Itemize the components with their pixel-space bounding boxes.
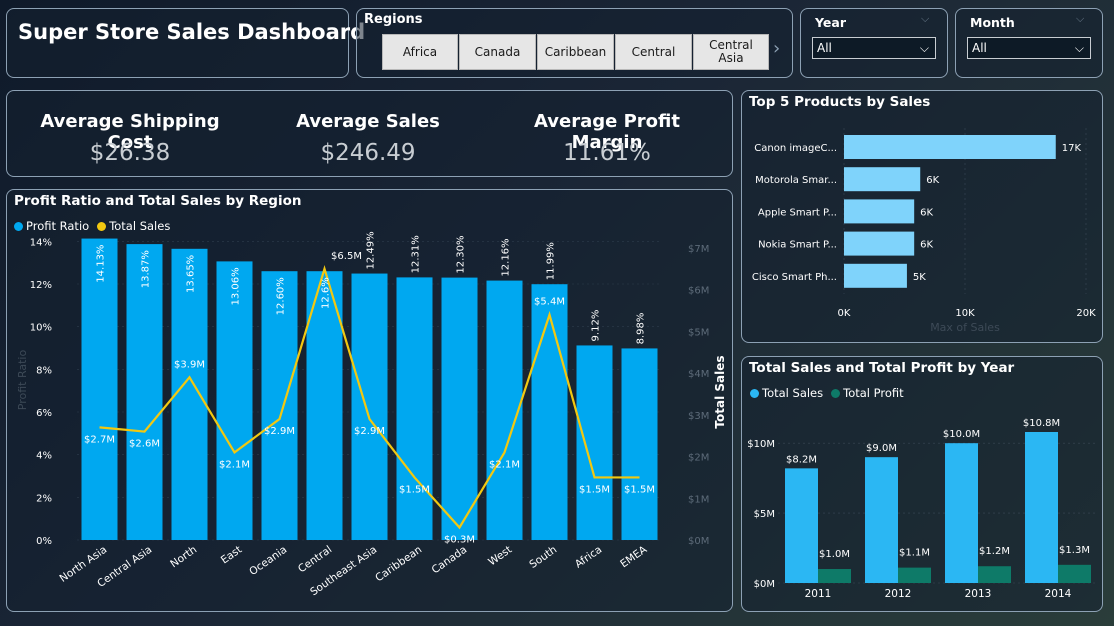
month-filter-label: Month bbox=[970, 15, 1015, 30]
year-filter-label: Year bbox=[815, 15, 846, 30]
top-products-title: Top 5 Products by Sales bbox=[749, 94, 931, 110]
legend-item-total-sales: Total Sales bbox=[97, 219, 170, 233]
month-dropdown-value: All bbox=[972, 41, 987, 55]
chevron-right-icon[interactable]: › bbox=[773, 38, 780, 59]
legend-label: Total Sales bbox=[762, 386, 824, 400]
region-tile-central[interactable]: Central bbox=[615, 34, 692, 70]
legend-dot-icon bbox=[97, 222, 107, 231]
year-dropdown-value: All bbox=[817, 41, 832, 55]
dropdown-chevron-icon: ⌵ bbox=[919, 41, 929, 55]
region-tile-caribbean[interactable]: Caribbean bbox=[537, 34, 614, 70]
kpi-average-sales-label: Average Sales bbox=[296, 111, 440, 132]
legend-dot-icon bbox=[750, 389, 759, 398]
chevron-down-icon[interactable]: ⌵ bbox=[921, 12, 929, 26]
sales-by-year-title: Total Sales and Total Profit by Year bbox=[749, 360, 1015, 376]
kpi-profit-margin-value: 11.61% bbox=[563, 140, 651, 166]
legend-item-profit-ratio: Profit Ratio bbox=[14, 219, 89, 233]
profit-ratio-chart-legend: Profit Ratio Total Sales bbox=[14, 219, 170, 233]
kpi-shipping-cost-value: $26.38 bbox=[89, 140, 171, 166]
top-products-panel bbox=[741, 90, 1103, 343]
region-tile-africa[interactable]: Africa bbox=[382, 34, 458, 70]
dropdown-chevron-icon: ⌵ bbox=[1074, 41, 1084, 55]
page-title: Super Store Sales Dashboard bbox=[18, 20, 366, 44]
legend-label: Total Profit bbox=[843, 386, 904, 400]
regions-label: Regions bbox=[364, 12, 423, 27]
profit-ratio-chart-title: Profit Ratio and Total Sales by Region bbox=[14, 193, 302, 209]
kpi-average-sales-value: $246.49 bbox=[320, 140, 416, 166]
legend-label: Profit Ratio bbox=[26, 219, 90, 233]
legend-item-total-profit: Total Profit bbox=[831, 386, 904, 400]
profit-ratio-chart-panel bbox=[6, 189, 733, 612]
month-dropdown[interactable]: All ⌵ bbox=[967, 37, 1091, 59]
legend-dot-icon bbox=[831, 389, 841, 398]
year-dropdown[interactable]: All ⌵ bbox=[812, 37, 936, 59]
legend-dot-icon bbox=[14, 222, 23, 231]
legend-label: Total Sales bbox=[109, 219, 171, 233]
sales-by-year-legend: Total Sales Total Profit bbox=[750, 386, 904, 400]
chevron-down-icon[interactable]: ⌵ bbox=[1076, 12, 1084, 26]
legend-item-total-sales: Total Sales bbox=[750, 386, 823, 400]
region-tile-canada[interactable]: Canada bbox=[459, 34, 536, 70]
region-tile-central-asia[interactable]: Central Asia bbox=[693, 34, 769, 70]
